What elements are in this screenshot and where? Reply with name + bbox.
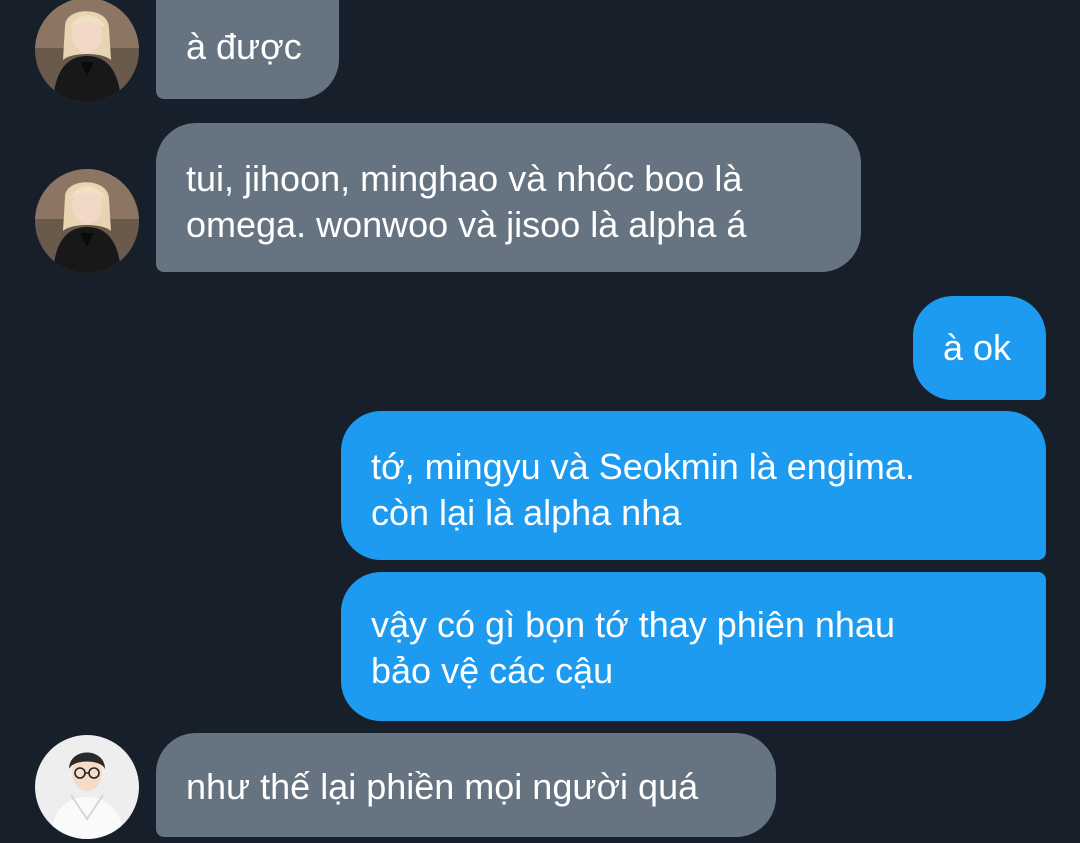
message-bubble-incoming[interactable]: à được: [156, 0, 339, 99]
chat-thread: à được tui, jihoon, minghao và nhóc boo …: [0, 0, 1080, 843]
message-bubble-outgoing[interactable]: vậy có gì bọn tớ thay phiên nhau bảo vệ …: [341, 572, 1046, 721]
message-bubble-outgoing[interactable]: à ok: [913, 296, 1046, 400]
contact-avatar[interactable]: [35, 0, 139, 102]
message-bubble-incoming[interactable]: như thế lại phiền mọi người quá: [156, 733, 776, 837]
message-bubble-outgoing[interactable]: tớ, mingyu và Seokmin là engima. còn lại…: [341, 411, 1046, 560]
contact-avatar[interactable]: [35, 169, 139, 273]
avatar-blonde-icon: [35, 0, 139, 102]
avatar-blonde-icon: [35, 169, 139, 273]
contact-avatar[interactable]: [35, 735, 139, 839]
avatar-glasses-icon: [35, 735, 139, 839]
message-bubble-incoming[interactable]: tui, jihoon, minghao và nhóc boo là omeg…: [156, 123, 861, 272]
